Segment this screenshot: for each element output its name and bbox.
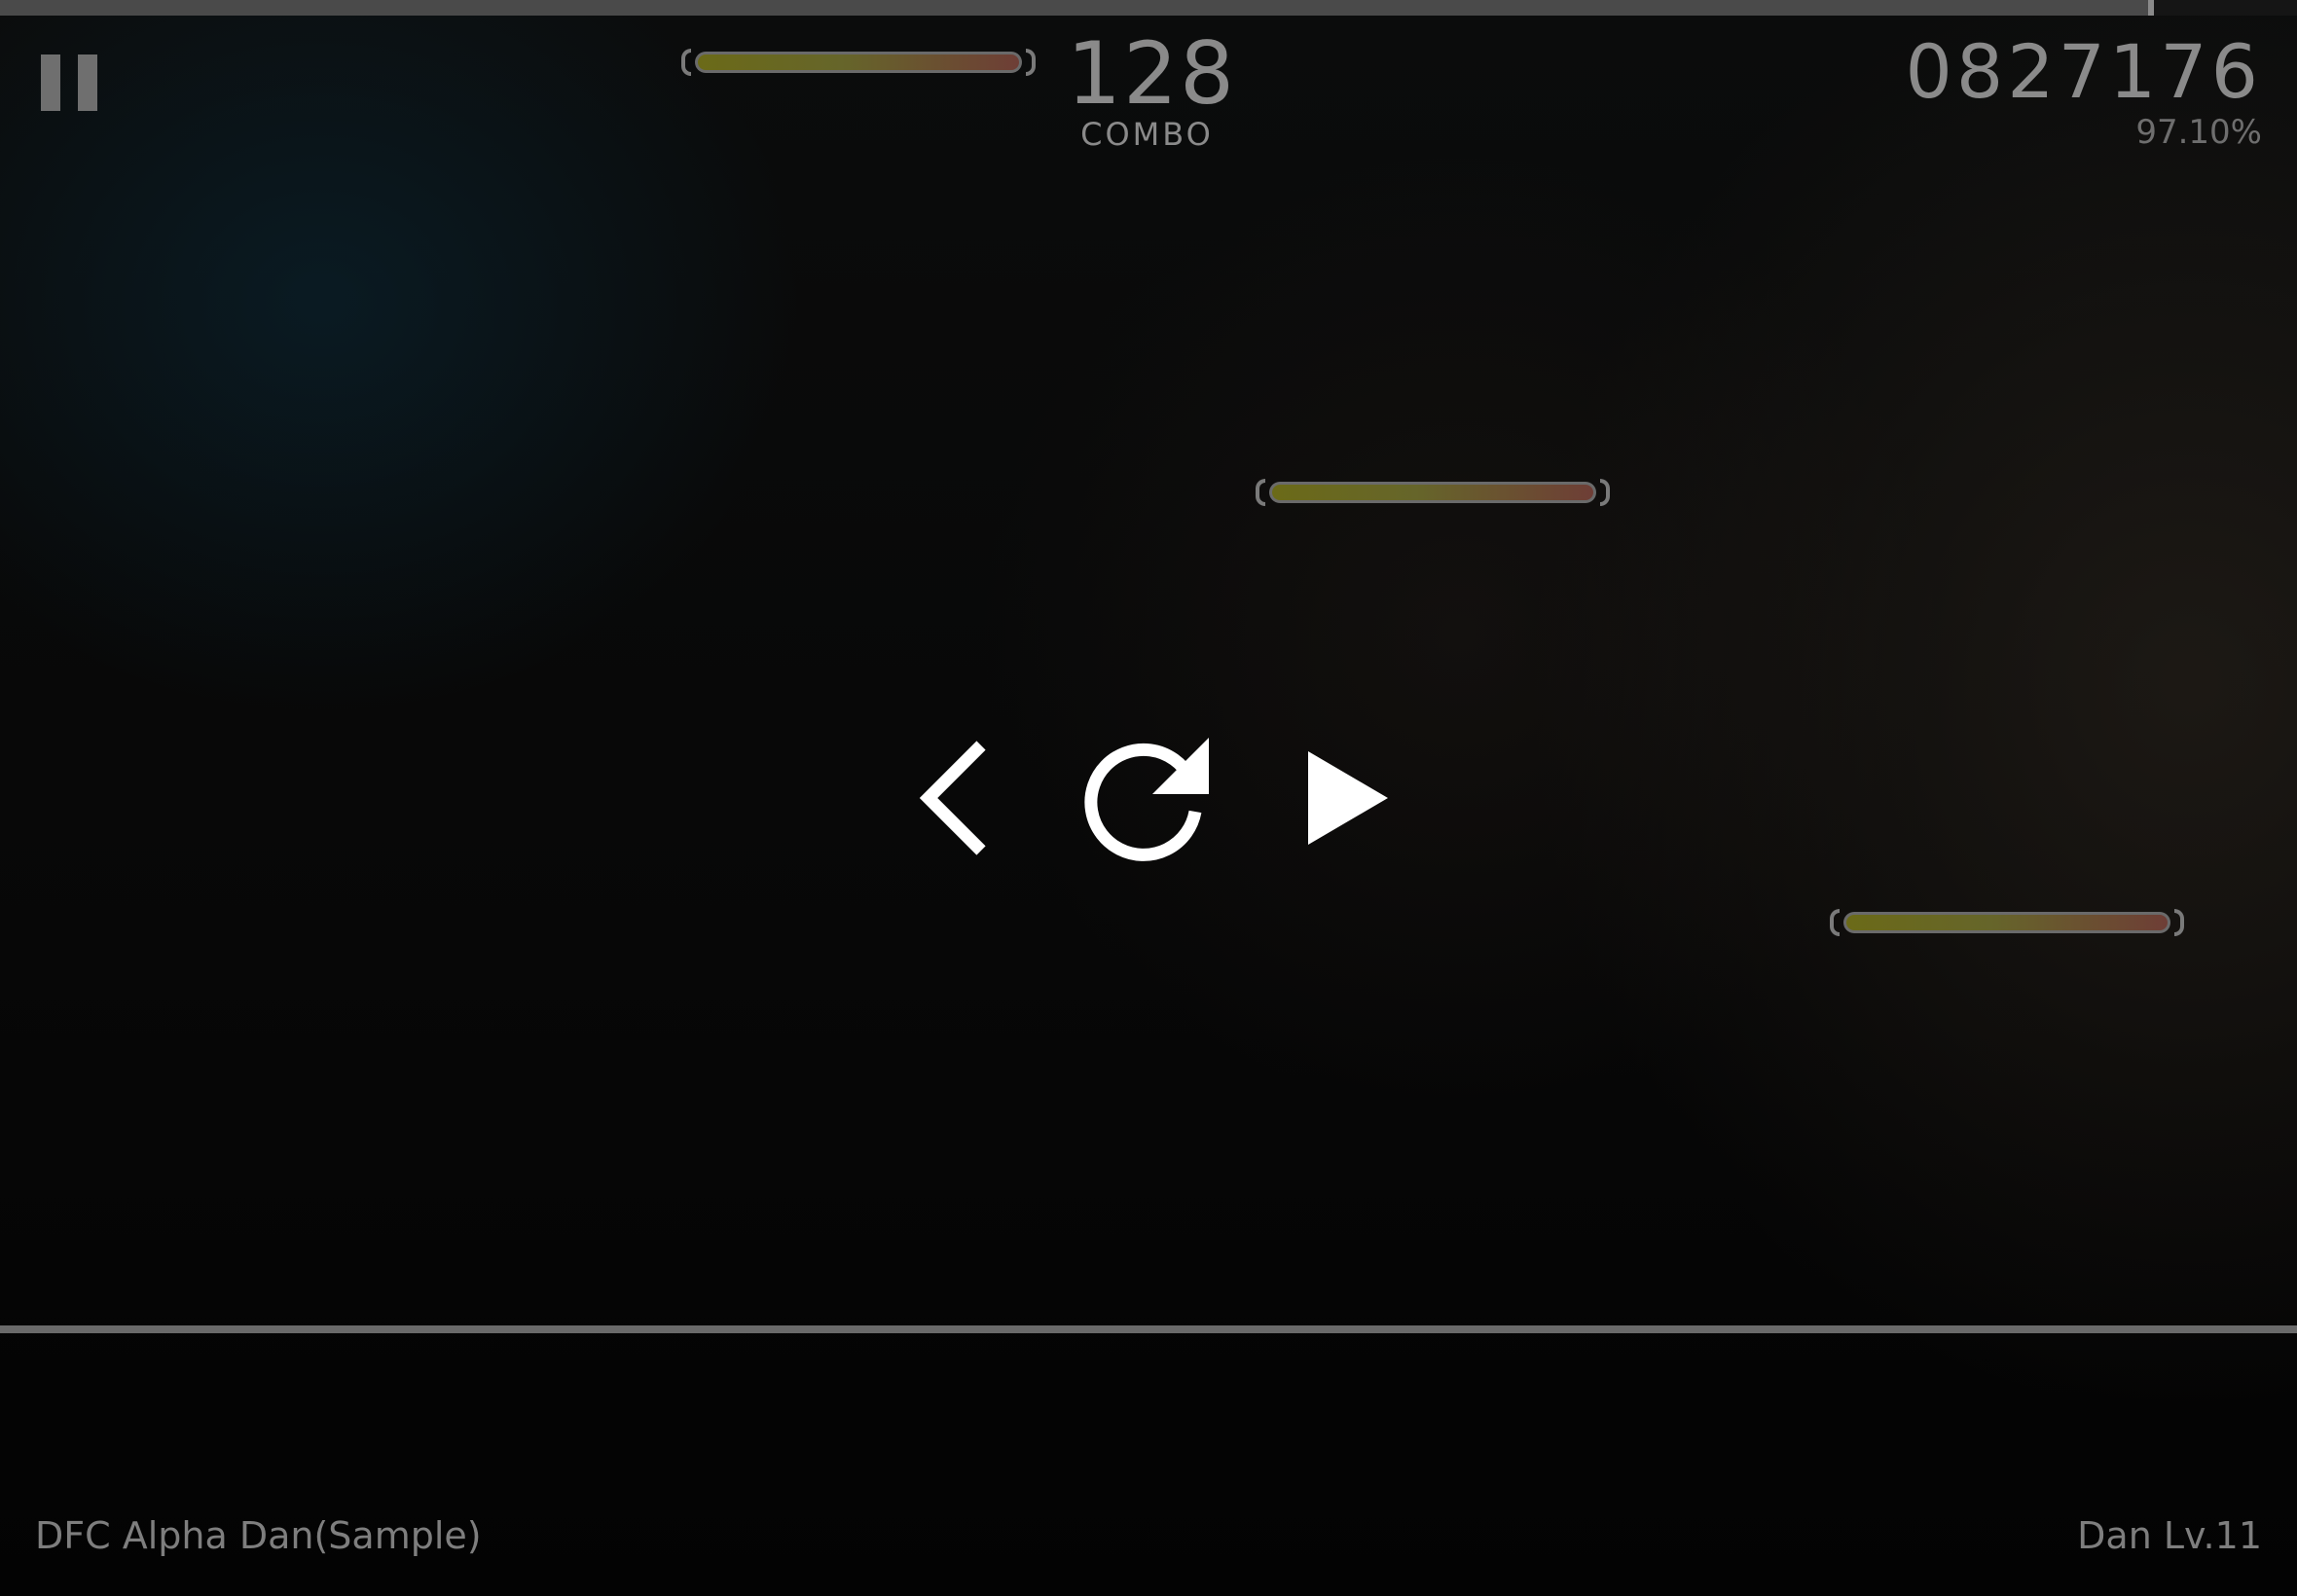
song-title: DFC Alpha Dan(Sample) (35, 1514, 482, 1557)
line-cap-right (2174, 909, 2184, 936)
combo-label: COMBO (1080, 116, 1214, 153)
line-bar (695, 52, 1022, 73)
line-cap-left (1830, 909, 1840, 936)
line-cap-right (1600, 479, 1610, 506)
back-button[interactable] (915, 738, 993, 858)
song-progress-fill (0, 0, 2148, 16)
chevron-left-icon (919, 741, 986, 855)
judgement-line-middle (1256, 479, 1610, 506)
game-stage: 128 COMBO 0827176 97.10% DFC Alpha Dan(S… (0, 0, 2297, 1596)
line-cap-left (681, 49, 691, 76)
line-bar (1843, 912, 2170, 933)
difficulty-level: Dan Lv.11 (2077, 1514, 2262, 1557)
resume-button[interactable] (1304, 747, 1392, 849)
score: 0827176 (1905, 28, 2262, 115)
restart-icon (1084, 738, 1209, 861)
line-cap-left (1256, 479, 1265, 506)
combo-count: 128 (1067, 23, 1236, 124)
judgement-line-right (1830, 909, 2184, 936)
pause-icon-bar-right (78, 54, 97, 111)
hit-line (0, 1325, 2297, 1333)
play-icon (1308, 751, 1388, 845)
song-progress-track (0, 0, 2297, 16)
line-cap-right (1026, 49, 1036, 76)
judgement-line-top (681, 49, 1036, 76)
accuracy: 97.10% (2135, 113, 2262, 152)
song-progress-marker (2148, 0, 2154, 16)
retry-button[interactable] (1080, 732, 1213, 864)
pause-button[interactable] (41, 54, 97, 111)
line-bar (1269, 482, 1596, 503)
pause-icon-bar-left (41, 54, 60, 111)
